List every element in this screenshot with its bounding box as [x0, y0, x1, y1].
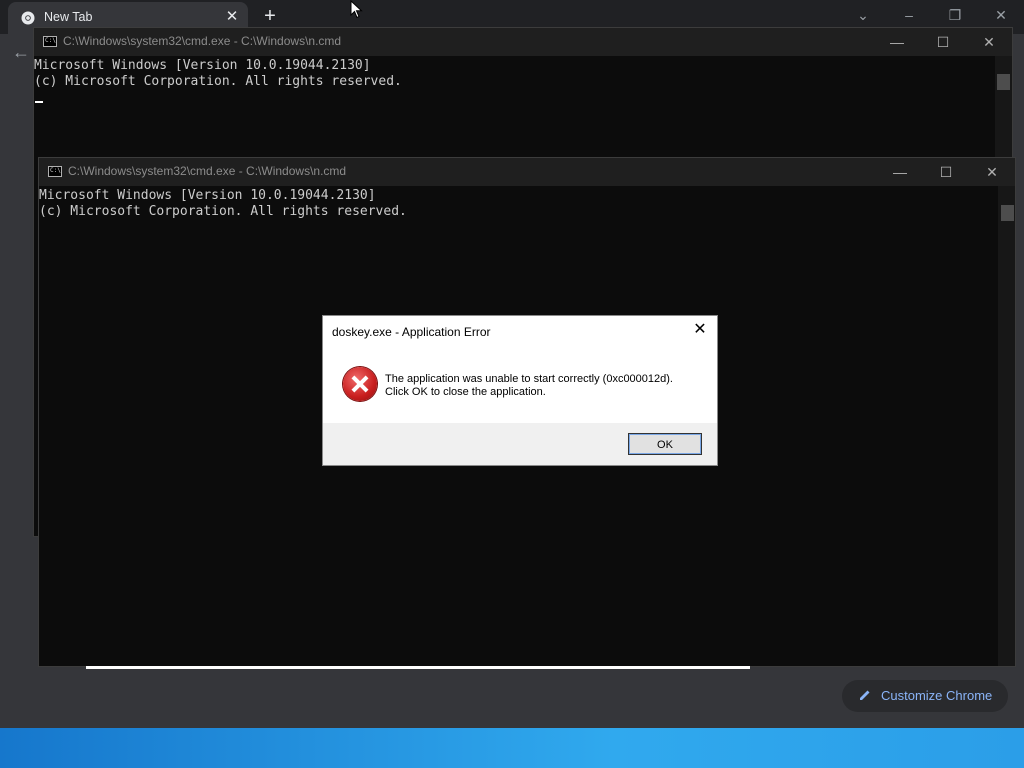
ok-button[interactable]: OK [628, 433, 702, 455]
chrome-logo-icon [21, 11, 35, 25]
cmd-window-title: C:\Windows\system32\cmd.exe - C:\Windows… [63, 34, 342, 48]
minimize-button[interactable]: — [877, 158, 923, 186]
cmd-icon-text: C:\ [50, 167, 61, 174]
dialog-message-line: Click OK to close the application. [385, 386, 546, 398]
dialog-title: doskey.exe - Application Error [332, 325, 491, 339]
cmd-titlebar[interactable]: C:\ C:\Windows\system32\cmd.exe - C:\Win… [39, 158, 1015, 186]
new-tab-button[interactable]: + [260, 6, 280, 26]
scrollbar-thumb[interactable] [1001, 205, 1014, 221]
cmd-icon-text: C:\ [45, 37, 56, 44]
tab-close-icon[interactable]: ✕ [223, 8, 241, 26]
cmd-app-icon: C:\ [48, 166, 62, 177]
scrollbar-thumb[interactable] [997, 74, 1010, 90]
cmd-titlebar[interactable]: C:\ C:\Windows\system32\cmd.exe - C:\Win… [34, 28, 1012, 56]
dialog-close-icon[interactable]: ✕ [691, 321, 709, 339]
cmd-scrollbar[interactable] [998, 186, 1015, 666]
pencil-icon [860, 690, 870, 700]
dialog-message-line: The application was unable to start corr… [385, 373, 673, 385]
application-error-dialog[interactable]: doskey.exe - Application Error ✕ The app… [322, 315, 718, 466]
error-icon [343, 367, 377, 401]
cmd-window-title: C:\Windows\system32\cmd.exe - C:\Windows… [68, 164, 347, 178]
chrome-restore-button[interactable]: ❐ [940, 4, 970, 26]
minimize-button[interactable]: — [874, 28, 920, 56]
scroll-indicator [86, 666, 750, 669]
chrome-close-button[interactable]: ✕ [986, 4, 1016, 26]
cmd-output-line: Microsoft Windows [Version 10.0.19044.21… [34, 58, 371, 73]
taskbar [0, 728, 1024, 768]
cmd-output-line: (c) Microsoft Corporation. All rights re… [34, 74, 402, 89]
chrome-minimize-button[interactable]: – [894, 4, 924, 26]
close-button[interactable]: ✕ [966, 28, 1012, 56]
dialog-footer: OK [323, 423, 717, 465]
mouse-cursor-icon [350, 0, 363, 19]
close-button[interactable]: ✕ [969, 158, 1015, 186]
tab-title: New Tab [44, 10, 93, 24]
back-arrow-icon[interactable]: ← [12, 42, 30, 63]
cmd-app-icon: C:\ [43, 36, 57, 47]
cmd-output-line: (c) Microsoft Corporation. All rights re… [39, 204, 407, 219]
cmd-output-line: Microsoft Windows [Version 10.0.19044.21… [39, 188, 376, 203]
customize-chrome-label: Customize Chrome [881, 688, 993, 703]
maximize-button[interactable]: ☐ [920, 28, 966, 56]
customize-chrome-button[interactable]: Customize Chrome [842, 680, 1008, 712]
dialog-message: The application was unable to start corr… [385, 373, 673, 399]
maximize-button[interactable]: ☐ [923, 158, 969, 186]
tab-search-icon[interactable]: ⌄ [848, 4, 878, 26]
text-cursor [35, 101, 43, 103]
